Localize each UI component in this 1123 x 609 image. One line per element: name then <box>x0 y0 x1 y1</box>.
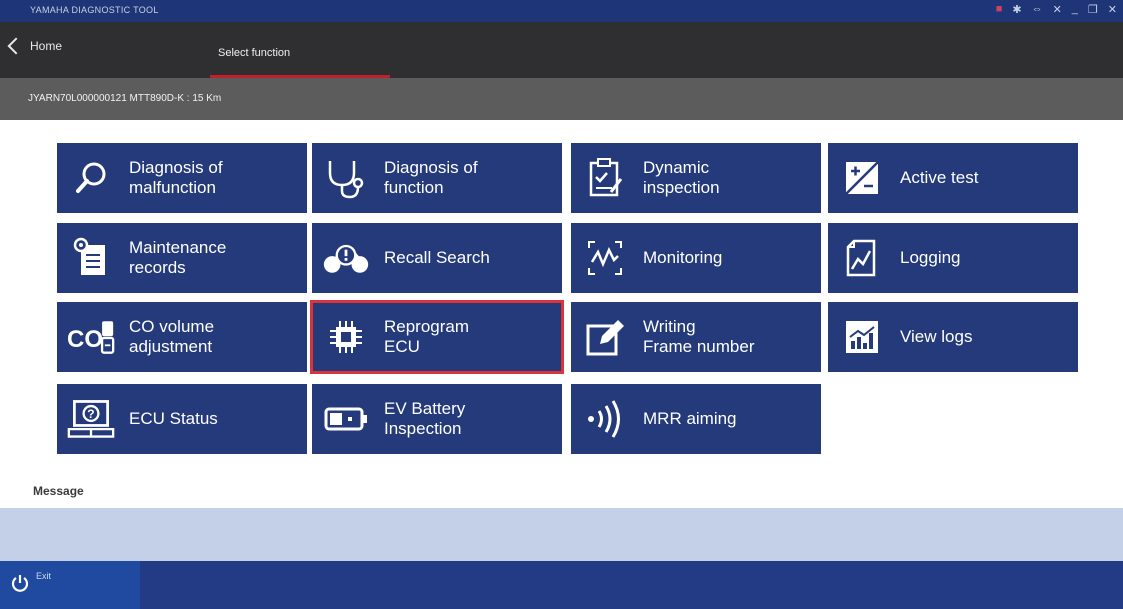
tile-label: Dynamic inspection <box>643 158 720 197</box>
function-diagnosis-of-malfunction[interactable]: Diagnosis of malfunction <box>57 143 307 213</box>
function-dynamic-inspection[interactable]: Dynamic inspection <box>571 143 821 213</box>
function-ecu-status[interactable]: ? ECU Status <box>57 384 307 454</box>
vehicle-info: JYARN70L000000121 MTT890D-K : 15 Km <box>28 93 222 104</box>
disconnect-icon[interactable]: ✕ <box>1053 3 1062 16</box>
function-co-volume-adjustment[interactable]: CO CO volume adjustment <box>57 302 307 372</box>
log-graph-icon <box>838 237 886 279</box>
function-grid: Diagnosis of malfunction Diagnosis of fu… <box>57 143 1078 454</box>
tile-label: View logs <box>900 327 973 346</box>
function-diagnosis-of-function[interactable]: Diagnosis of function <box>312 143 562 213</box>
chevron-left-icon <box>7 37 25 55</box>
title-bar: YAMAHA DIAGNOSTIC TOOL ■ ✱ ⇔ ✕ _ ❐ ✕ <box>0 0 1123 22</box>
function-reprogram-ecu[interactable]: Reprogram ECU <box>310 300 564 374</box>
window-controls: ■ ✱ ⇔ ✕ _ ❐ ✕ <box>996 3 1117 16</box>
svg-text:CO: CO <box>67 326 103 353</box>
function-monitoring[interactable]: Monitoring <box>571 223 821 293</box>
footer-bar: Exit <box>0 561 1123 609</box>
tile-label: EV Battery Inspection <box>384 399 466 438</box>
function-view-logs[interactable]: View logs <box>828 302 1078 372</box>
waveform-icon <box>581 237 629 279</box>
tile-label: Diagnosis of function <box>384 158 478 197</box>
power-icon <box>10 573 30 598</box>
tray-flag-icon[interactable]: ■ <box>996 3 1003 16</box>
tab-select-function[interactable]: Select function <box>210 44 390 78</box>
message-area <box>0 508 1123 561</box>
bluetooth-icon[interactable]: ✱ <box>1012 3 1021 16</box>
maintenance-records-icon <box>67 237 115 279</box>
tile-label: Recall Search <box>384 248 490 267</box>
motorcycle-alert-icon <box>322 237 370 279</box>
tile-label: Maintenance records <box>129 238 227 277</box>
stethoscope-icon <box>322 157 370 199</box>
vehicle-info-bar: JYARN70L000000121 MTT890D-K : 15 Km <box>0 78 1123 120</box>
close-button[interactable]: ✕ <box>1108 3 1117 16</box>
tile-label: Logging <box>900 248 961 267</box>
minimize-button[interactable]: _ <box>1072 3 1078 16</box>
clipboard-check-icon <box>581 157 629 199</box>
function-writing-frame-number[interactable]: Writing Frame number <box>571 302 821 372</box>
ecu-status-icon: ? <box>67 398 115 440</box>
function-logging[interactable]: Logging <box>828 223 1078 293</box>
function-ev-battery-inspection[interactable]: EV Battery Inspection <box>312 384 562 454</box>
tile-label: Reprogram ECU <box>384 317 470 356</box>
home-button[interactable]: Home <box>7 37 63 55</box>
function-maintenance-records[interactable]: Maintenance records <box>57 223 307 293</box>
battery-icon <box>322 398 370 440</box>
chip-icon <box>322 316 370 358</box>
bar-chart-icon <box>838 316 886 358</box>
connection-icon[interactable]: ⇔ <box>1032 3 1043 16</box>
function-recall-search[interactable]: Recall Search <box>312 223 562 293</box>
tile-label: ECU Status <box>129 409 218 428</box>
maximize-button[interactable]: ❐ <box>1088 3 1098 16</box>
tile-label: Writing Frame number <box>643 317 755 356</box>
tab-label: Select function <box>218 47 291 59</box>
radar-signal-icon <box>581 398 629 440</box>
tile-label: Diagnosis of malfunction <box>129 158 223 197</box>
exit-label: Exit <box>36 571 52 581</box>
svg-text:?: ? <box>87 407 94 421</box>
exit-button[interactable]: Exit <box>0 561 140 609</box>
tile-label: MRR aiming <box>643 409 737 428</box>
plus-minus-icon <box>838 157 886 199</box>
home-label: Home <box>30 39 63 53</box>
message-label: Message <box>33 484 84 498</box>
edit-box-icon <box>581 316 629 358</box>
navigation-bar: Home Select function <box>0 22 1123 78</box>
tile-label: Active test <box>900 168 979 187</box>
function-mrr-aiming[interactable]: MRR aiming <box>571 384 821 454</box>
tile-label: CO volume adjustment <box>129 317 215 356</box>
co-adjust-icon: CO <box>67 316 115 358</box>
function-active-test[interactable]: Active test <box>828 143 1078 213</box>
magnifier-icon <box>67 157 115 199</box>
app-title: YAMAHA DIAGNOSTIC TOOL <box>30 5 159 15</box>
tile-label: Monitoring <box>643 248 723 267</box>
